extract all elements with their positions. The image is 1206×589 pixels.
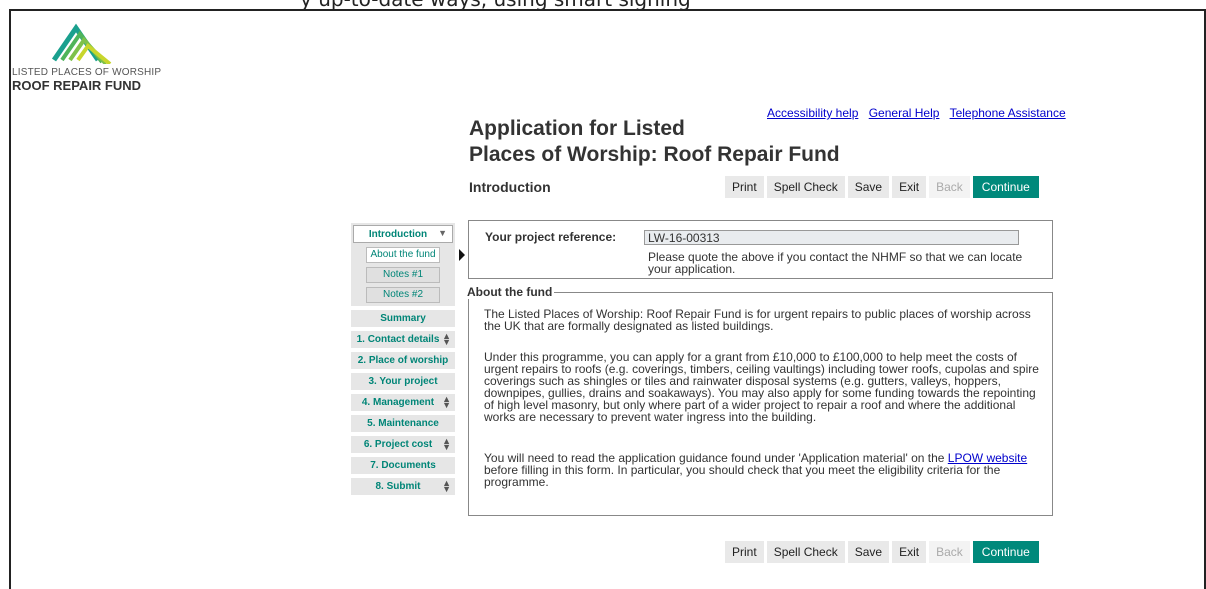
top-toolbar: Print Spell Check Save Exit Back Continu… <box>725 176 1039 198</box>
about-legend: About the fund <box>465 285 555 299</box>
logo-line-1: LISTED PLACES OF WORSHIP <box>12 67 162 78</box>
current-page-pointer-icon <box>459 249 465 261</box>
project-reference-note: Please quote the above if you contact th… <box>648 250 1023 276</box>
save-button[interactable]: Save <box>847 176 890 198</box>
page-title: Application for Listed Places of Worship… <box>469 116 840 168</box>
nav-item-label: 6. Project cost <box>363 439 433 450</box>
fund-logo: LISTED PLACES OF WORSHIP ROOF REPAIR FUN… <box>12 22 182 93</box>
nav-item-label: 7. Documents <box>370 460 436 471</box>
exit-button[interactable]: Exit <box>892 541 927 563</box>
logo-line-2: ROOF REPAIR FUND <box>12 78 142 93</box>
nav-item-place-of-worship[interactable]: 2. Place of worship <box>351 352 455 369</box>
nav-item-documents[interactable]: 7. Documents <box>351 457 455 474</box>
section-label: Introduction <box>469 179 551 195</box>
page-title-line-1: Application for Listed <box>469 117 685 140</box>
general-help-link[interactable]: General Help <box>869 106 940 120</box>
back-button[interactable]: Back <box>929 176 970 198</box>
nav-item-label: 4. Management <box>361 397 435 408</box>
caret-down-icon: ▼ <box>438 228 447 238</box>
nav-item-your-project[interactable]: 3. Your project <box>351 373 455 390</box>
expand-updown-icon: ▲ ▼ <box>442 331 451 347</box>
project-reference-panel: Your project reference: Please quote the… <box>468 220 1053 279</box>
print-button[interactable]: Print <box>725 176 764 198</box>
project-reference-label: Your project reference: <box>485 230 617 244</box>
back-button[interactable]: Back <box>929 541 970 563</box>
spell-check-button[interactable]: Spell Check <box>766 176 845 198</box>
expand-updown-icon: ▲ ▼ <box>442 478 451 494</box>
about-paragraph-2: Under this programme, you can apply for … <box>484 350 1039 424</box>
nav-introduction-select[interactable]: Introduction ▼ <box>353 225 453 243</box>
nav-item-label: 3. Your project <box>368 376 438 387</box>
save-button[interactable]: Save <box>847 541 890 563</box>
bottom-toolbar: Print Spell Check Save Exit Back Continu… <box>725 541 1039 563</box>
roof-logo-icon <box>51 23 112 64</box>
about-paragraph-3: You will need to read the application gu… <box>484 452 1039 488</box>
page-title-line-2: Places of Worship: Roof Repair Fund <box>469 143 840 166</box>
continue-button[interactable]: Continue <box>972 541 1039 563</box>
nav-sub-notes-1[interactable]: Notes #1 <box>366 267 440 283</box>
nav-item-project-cost[interactable]: 6. Project cost ▲ ▼ <box>351 436 455 453</box>
nav-introduction-label: Introduction <box>368 228 428 240</box>
about-paragraph-1: The Listed Places of Worship: Roof Repai… <box>484 307 1031 333</box>
spell-check-button[interactable]: Spell Check <box>766 541 845 563</box>
nav-item-submit[interactable]: 8. Submit ▲ ▼ <box>351 478 455 495</box>
nav-item-label: 1. Contact details <box>356 334 440 345</box>
nav-item-label: 5. Maintenance <box>367 418 439 429</box>
nav-item-contact-details[interactable]: 1. Contact details ▲ ▼ <box>351 331 455 348</box>
exit-button[interactable]: Exit <box>892 176 927 198</box>
nav-item-summary[interactable]: Summary <box>351 310 455 327</box>
nav-item-management[interactable]: 4. Management ▲ ▼ <box>351 394 455 411</box>
about-the-fund-panel: About the fund The Listed Places of Wors… <box>465 285 1053 516</box>
expand-updown-icon: ▲ ▼ <box>442 436 451 452</box>
project-reference-field[interactable] <box>644 230 1019 245</box>
continue-button[interactable]: Continue <box>972 176 1039 198</box>
expand-updown-icon: ▲ ▼ <box>442 394 451 410</box>
section-nav: Introduction ▼ About the fund Notes #1 N… <box>351 223 456 495</box>
nav-sub-about-the-fund[interactable]: About the fund <box>366 247 440 263</box>
nav-item-label: Summary <box>380 313 426 324</box>
nav-item-maintenance[interactable]: 5. Maintenance <box>351 415 455 432</box>
nav-sub-notes-2[interactable]: Notes #2 <box>366 287 440 303</box>
nav-item-label: 8. Submit <box>375 481 421 492</box>
about-p3-after: before filling in this form. In particul… <box>484 463 1001 489</box>
nav-group-introduction: Introduction ▼ About the fund Notes #1 N… <box>351 223 455 306</box>
telephone-assistance-link[interactable]: Telephone Assistance <box>950 106 1066 120</box>
print-button[interactable]: Print <box>725 541 764 563</box>
nav-item-label: 2. Place of worship <box>357 355 449 366</box>
